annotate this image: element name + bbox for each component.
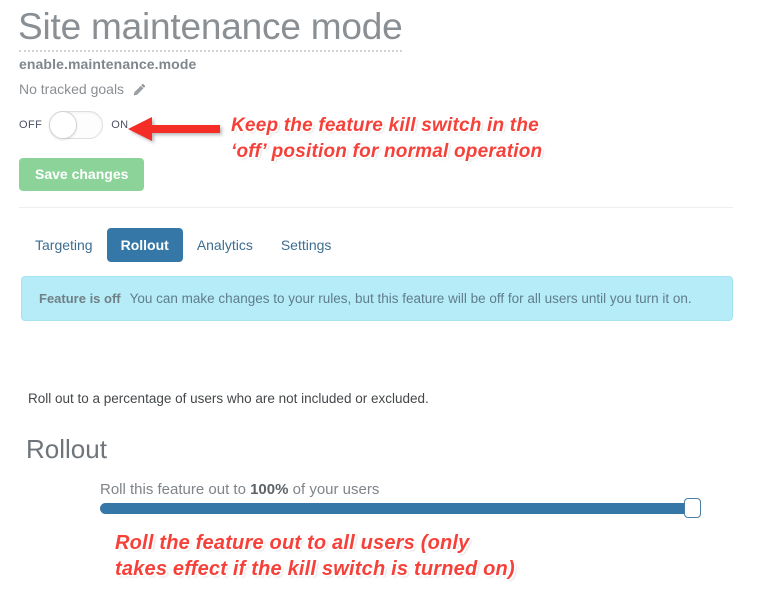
pencil-icon[interactable] — [132, 83, 146, 97]
rollout-label-suffix: of your users — [288, 481, 380, 498]
toggle-knob[interactable] — [49, 111, 78, 139]
title-dotted-underline — [19, 50, 402, 52]
slider-track[interactable] — [100, 503, 692, 514]
tab-analytics[interactable]: Analytics — [183, 228, 267, 262]
save-changes-button[interactable]: Save changes — [19, 158, 145, 191]
annotation-rollout: Roll the feature out to all users (only … — [115, 532, 515, 580]
tracked-goals-row: No tracked goals — [19, 81, 146, 97]
section-divider — [19, 207, 733, 208]
kill-switch-row: OFF ON — [19, 111, 129, 139]
rollout-percent-value: 100% — [250, 481, 289, 498]
tab-settings[interactable]: Settings — [267, 228, 346, 262]
kill-switch-toggle[interactable] — [49, 111, 104, 139]
rollout-description: Roll out to a percentage of users who ar… — [28, 391, 429, 406]
rollout-heading: Rollout — [26, 434, 107, 464]
slider-handle[interactable] — [684, 498, 701, 518]
rollout-label-prefix: Roll this feature out to — [100, 481, 251, 498]
annotation-kill-switch: Keep the feature kill switch in the ‘off… — [231, 115, 543, 162]
toggle-off-label: OFF — [19, 119, 43, 131]
banner-title: Feature is off — [39, 291, 121, 306]
tab-rollout[interactable]: Rollout — [106, 228, 183, 262]
feature-key: enable.maintenance.mode — [19, 56, 197, 72]
rollout-slider[interactable] — [100, 498, 701, 518]
left-arrow-icon — [128, 116, 220, 142]
tab-targeting[interactable]: Targeting — [21, 228, 107, 262]
feature-status-banner: Feature is off You can make changes to y… — [21, 276, 733, 321]
tracked-goals-label: No tracked goals — [19, 81, 125, 97]
rollout-percentage-label: Roll this feature out to 100% of your us… — [100, 481, 379, 498]
page-title: Site maintenance mode — [18, 6, 403, 47]
tab-bar: Targeting Rollout Analytics Settings — [21, 228, 345, 262]
toggle-on-label: ON — [111, 119, 129, 131]
banner-message: You can make changes to your rules, but … — [129, 291, 692, 306]
